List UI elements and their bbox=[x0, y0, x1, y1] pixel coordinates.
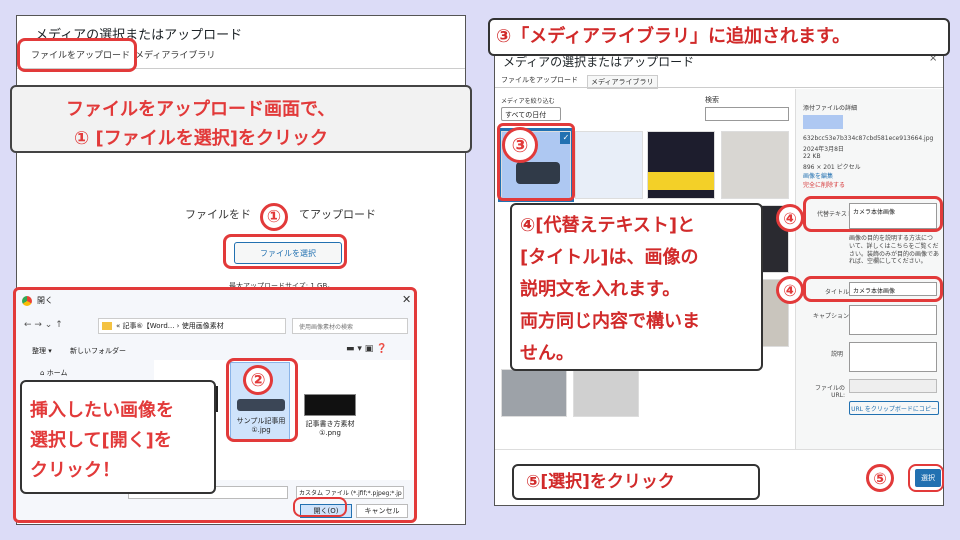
callout-upload-instruction: ファイルをアップロード画面で、 ① [ファイルを選択]をクリック bbox=[10, 85, 472, 153]
new-folder-button[interactable]: 新しいフォルダー bbox=[70, 346, 126, 356]
search-label: 検索 bbox=[705, 96, 719, 104]
highlight-tab-upload bbox=[17, 38, 137, 72]
filter-label: メディアを絞り込む bbox=[501, 98, 555, 105]
callout-alt-line1: ④[代替えテキスト]と bbox=[520, 215, 696, 236]
callout-select-button: ⑤[選択]をクリック bbox=[512, 464, 760, 500]
png-thumbnail bbox=[304, 394, 356, 416]
highlight-open-button bbox=[293, 497, 347, 517]
description-label: 説明 bbox=[831, 351, 844, 358]
caption-label: キャプション bbox=[813, 313, 850, 320]
copy-url-button[interactable]: URL をクリップボードにコピー bbox=[849, 401, 939, 415]
home-item[interactable]: ⌂ ホーム bbox=[40, 368, 67, 378]
step-2-marker: ② bbox=[243, 365, 273, 395]
file-url-label: ファイルの URL: bbox=[814, 385, 845, 399]
home-icon: ⌂ bbox=[40, 369, 45, 377]
step-4a-marker: ④ bbox=[776, 204, 804, 232]
file-item-png[interactable]: 記事書き方素材 ①.png bbox=[300, 390, 360, 450]
media-thumb-row4a[interactable] bbox=[501, 369, 567, 417]
media-search-input[interactable] bbox=[705, 107, 789, 121]
highlight-select-button bbox=[908, 464, 944, 492]
callout-upload-line1: ファイルをアップロード画面で、 bbox=[66, 99, 336, 120]
details-thumbnail bbox=[803, 115, 843, 129]
date-filter-value: すべての日付 bbox=[505, 111, 547, 119]
edit-image-link[interactable]: 画像を編集 bbox=[803, 171, 833, 180]
alt-text-help: 画像の目的を説明する方法について、詳しくはこちらをご覧ください。装飾のみが目的の… bbox=[849, 235, 939, 266]
file-url-input[interactable] bbox=[849, 379, 937, 393]
close-icon[interactable]: ✕ bbox=[402, 293, 411, 306]
date-filter[interactable]: すべての日付 bbox=[501, 107, 561, 121]
callout-select-line1: 挿入したい画像を bbox=[30, 400, 174, 421]
step-4b-marker: ④ bbox=[776, 276, 804, 304]
callout-select-line3: クリック！ bbox=[30, 460, 120, 481]
open-dialog-title: 開く bbox=[37, 296, 53, 305]
callout-alt-line3: 説明文を入れます。 bbox=[520, 279, 681, 300]
step-5-marker: ⑤ bbox=[866, 464, 894, 492]
caption-input[interactable] bbox=[849, 305, 937, 335]
callout-upload-line2: ① [ファイルを選択]をクリック bbox=[74, 128, 328, 149]
callout-select-instruction: 挿入したい画像を 選択して[開く]を クリック！ bbox=[20, 380, 216, 494]
description-input[interactable] bbox=[849, 342, 937, 372]
delete-link[interactable]: 完全に削除する bbox=[803, 180, 845, 189]
tab-upload-right[interactable]: ファイルをアップロード bbox=[501, 75, 578, 85]
step-3-marker: ③ bbox=[502, 127, 538, 163]
details-heading: 添付ファイルの詳細 bbox=[803, 105, 858, 112]
media-thumb-screenshot[interactable] bbox=[575, 131, 643, 199]
back-arrow-icon[interactable]: ← → ⌄ ↑ bbox=[24, 320, 63, 330]
details-dimensions: 896 × 201 ピクセル bbox=[803, 164, 861, 171]
media-thumb-row4b[interactable] bbox=[573, 369, 639, 417]
callout-select-line2: 選択して[開く]を bbox=[30, 430, 172, 451]
vlog-banner bbox=[648, 172, 714, 190]
callout-alt-line4: 両方同じ内容で構いま bbox=[520, 311, 700, 332]
callout-alt-line5: せん。 bbox=[520, 343, 574, 364]
drop-text-b: てアップロード bbox=[299, 208, 376, 221]
address-bar[interactable]: « 記事⑥【Word... › 使用画像素材 bbox=[98, 318, 286, 334]
highlight-alt-text bbox=[803, 196, 943, 232]
details-date: 2024年3月8日 bbox=[803, 146, 844, 153]
highlight-title bbox=[803, 276, 943, 302]
step-1-marker: ① bbox=[260, 203, 288, 231]
home-label: ホーム bbox=[46, 369, 68, 377]
tab-library[interactable]: メディアライブラリ bbox=[135, 48, 215, 61]
folder-icon bbox=[102, 322, 112, 330]
details-size: 22 KB bbox=[803, 153, 821, 160]
callout-alt-line2: [タイトル]は、画像の bbox=[520, 247, 699, 268]
view-options-icon[interactable]: ▬ ▾ ▣ ❓ bbox=[346, 344, 387, 354]
address-path: « 記事⑥【Word... › 使用画像素材 bbox=[116, 322, 224, 330]
banner-media-library: ③「メディアライブラリ」に追加されます。 bbox=[488, 18, 950, 56]
drop-text-a: ファイルをド bbox=[185, 208, 251, 221]
folder-search[interactable]: 使用画像素材の検索 bbox=[292, 318, 408, 334]
media-thumb-desk[interactable] bbox=[721, 131, 789, 199]
tabs-divider-right bbox=[495, 87, 943, 88]
chrome-icon bbox=[22, 296, 32, 306]
callout-alt-title: ④[代替えテキスト]と [タイトル]は、画像の 説明文を入れます。 両方同じ内容… bbox=[510, 203, 763, 371]
file2-label: 記事書き方素材 ①.png bbox=[305, 420, 355, 437]
filetype-label: カスタム ファイル (*.jfif;*.pjpeg;*.jp bbox=[299, 490, 402, 497]
cancel-button[interactable]: キャンセル bbox=[356, 504, 408, 518]
media-thumb-vlog[interactable] bbox=[647, 131, 715, 199]
details-filename: 632bcc53e7b334c87cbd581ece913664.jpg bbox=[803, 135, 934, 142]
folder-search-placeholder: 使用画像素材の検索 bbox=[299, 324, 354, 331]
highlight-select-file bbox=[223, 234, 347, 269]
organize-menu[interactable]: 整理 ▾ bbox=[32, 346, 52, 356]
